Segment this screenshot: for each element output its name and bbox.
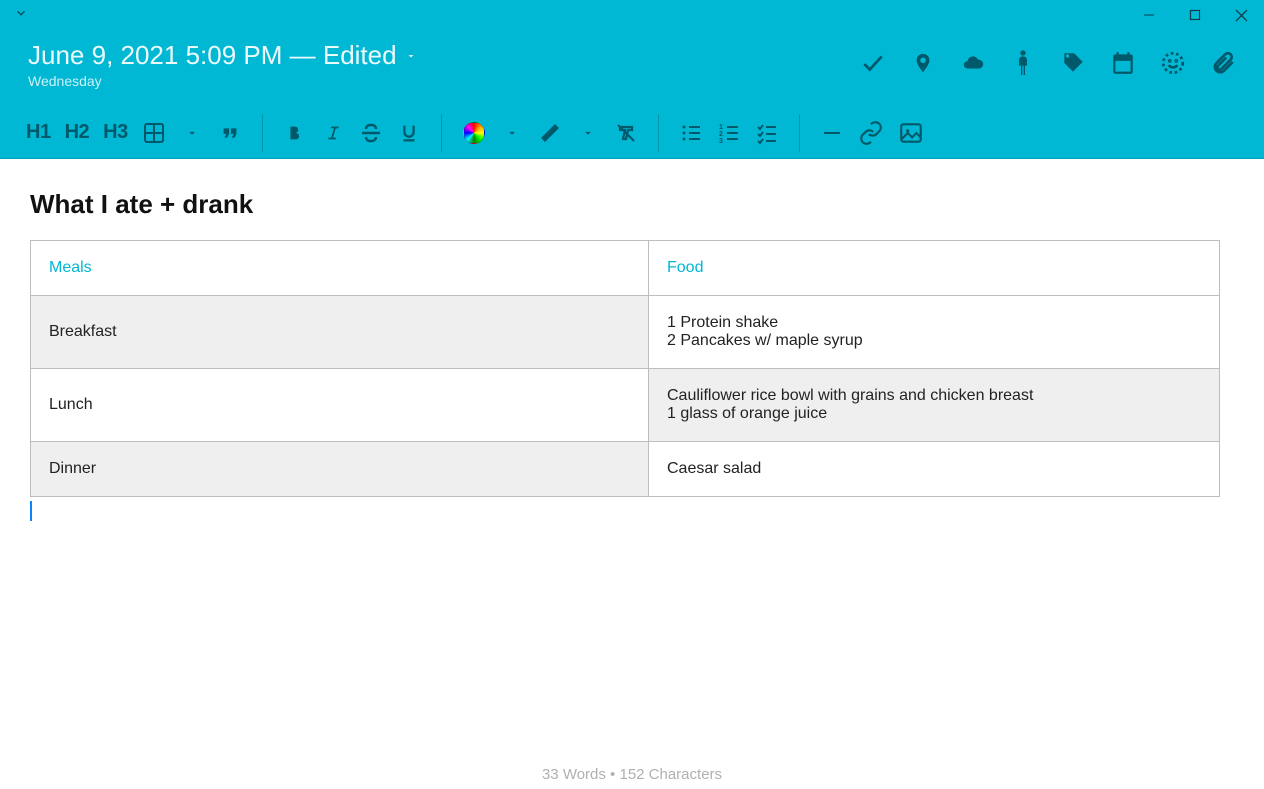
color-wheel-button[interactable]	[456, 115, 492, 151]
weekday-text: Wednesday	[28, 73, 417, 89]
divider-button[interactable]	[814, 115, 850, 151]
separator	[658, 114, 659, 152]
maximize-button[interactable]	[1172, 0, 1218, 30]
svg-text:1: 1	[719, 124, 723, 131]
format-toolbar: H1 H2 H3 123	[0, 107, 1264, 159]
word-count: 33 Words • 152 Characters	[0, 766, 1264, 783]
image-button[interactable]	[892, 115, 930, 151]
strikethrough-button[interactable]	[353, 115, 389, 151]
color-dropdown[interactable]	[494, 115, 530, 151]
cell-food[interactable]: Cauliflower rice bowl with grains and ch…	[649, 369, 1220, 442]
cell-food[interactable]: Caesar salad	[649, 442, 1220, 497]
cell-meal[interactable]: Dinner	[31, 442, 649, 497]
table-row: Dinner Caesar salad	[31, 442, 1220, 497]
svg-text:3: 3	[719, 138, 723, 145]
date-picker[interactable]: June 9, 2021 5:09 PM — Edited	[28, 40, 417, 71]
header-bar: June 9, 2021 5:09 PM — Edited Wednesday	[0, 30, 1264, 107]
column-header-food: Food	[649, 241, 1220, 296]
color-wheel-icon	[463, 122, 485, 144]
clear-format-button[interactable]	[608, 115, 644, 151]
minimize-button[interactable]	[1126, 0, 1172, 30]
location-icon[interactable]	[910, 50, 936, 76]
editor-content[interactable]: What I ate + drank Meals Food Breakfast …	[0, 159, 1264, 521]
text-cursor	[30, 501, 32, 521]
attachment-icon[interactable]	[1210, 50, 1236, 76]
highlight-dropdown[interactable]	[570, 115, 606, 151]
document-title: What I ate + drank	[30, 189, 1234, 220]
table-row: Breakfast 1 Protein shake2 Pancakes w/ m…	[31, 296, 1220, 369]
link-button[interactable]	[852, 115, 890, 151]
cell-food[interactable]: 1 Protein shake2 Pancakes w/ maple syrup	[649, 296, 1220, 369]
separator	[262, 114, 263, 152]
numbered-list-button[interactable]: 123	[711, 115, 747, 151]
separator	[799, 114, 800, 152]
tag-icon[interactable]	[1060, 50, 1086, 76]
italic-button[interactable]	[315, 115, 351, 151]
checklist-button[interactable]	[749, 115, 785, 151]
food-table: Meals Food Breakfast 1 Protein shake2 Pa…	[30, 240, 1220, 497]
calendar-icon[interactable]	[1110, 50, 1136, 76]
mood-icon[interactable]	[1160, 50, 1186, 76]
cell-meal[interactable]: Lunch	[31, 369, 649, 442]
column-header-meals: Meals	[31, 241, 649, 296]
heading3-button[interactable]: H3	[97, 115, 134, 151]
highlight-button[interactable]	[532, 115, 568, 151]
bold-button[interactable]	[277, 115, 313, 151]
underline-button[interactable]	[391, 115, 427, 151]
heading2-button[interactable]: H2	[59, 115, 96, 151]
table-row: Lunch Cauliflower rice bowl with grains …	[31, 369, 1220, 442]
table-dropdown[interactable]	[174, 115, 210, 151]
check-icon[interactable]	[860, 50, 886, 76]
heading1-button[interactable]: H1	[20, 115, 57, 151]
cloud-icon[interactable]	[960, 50, 986, 76]
table-button[interactable]	[136, 115, 172, 151]
quote-button[interactable]	[212, 115, 248, 151]
date-text: June 9, 2021 5:09 PM — Edited	[28, 40, 397, 71]
close-button[interactable]	[1218, 0, 1264, 30]
table-header-row: Meals Food	[31, 241, 1220, 296]
person-icon[interactable]	[1010, 50, 1036, 76]
titlebar	[0, 0, 1264, 30]
chevron-down-icon	[405, 50, 417, 62]
cell-meal[interactable]: Breakfast	[31, 296, 649, 369]
bullet-list-button[interactable]	[673, 115, 709, 151]
svg-text:2: 2	[719, 131, 723, 138]
expand-button[interactable]	[0, 6, 28, 25]
separator	[441, 114, 442, 152]
